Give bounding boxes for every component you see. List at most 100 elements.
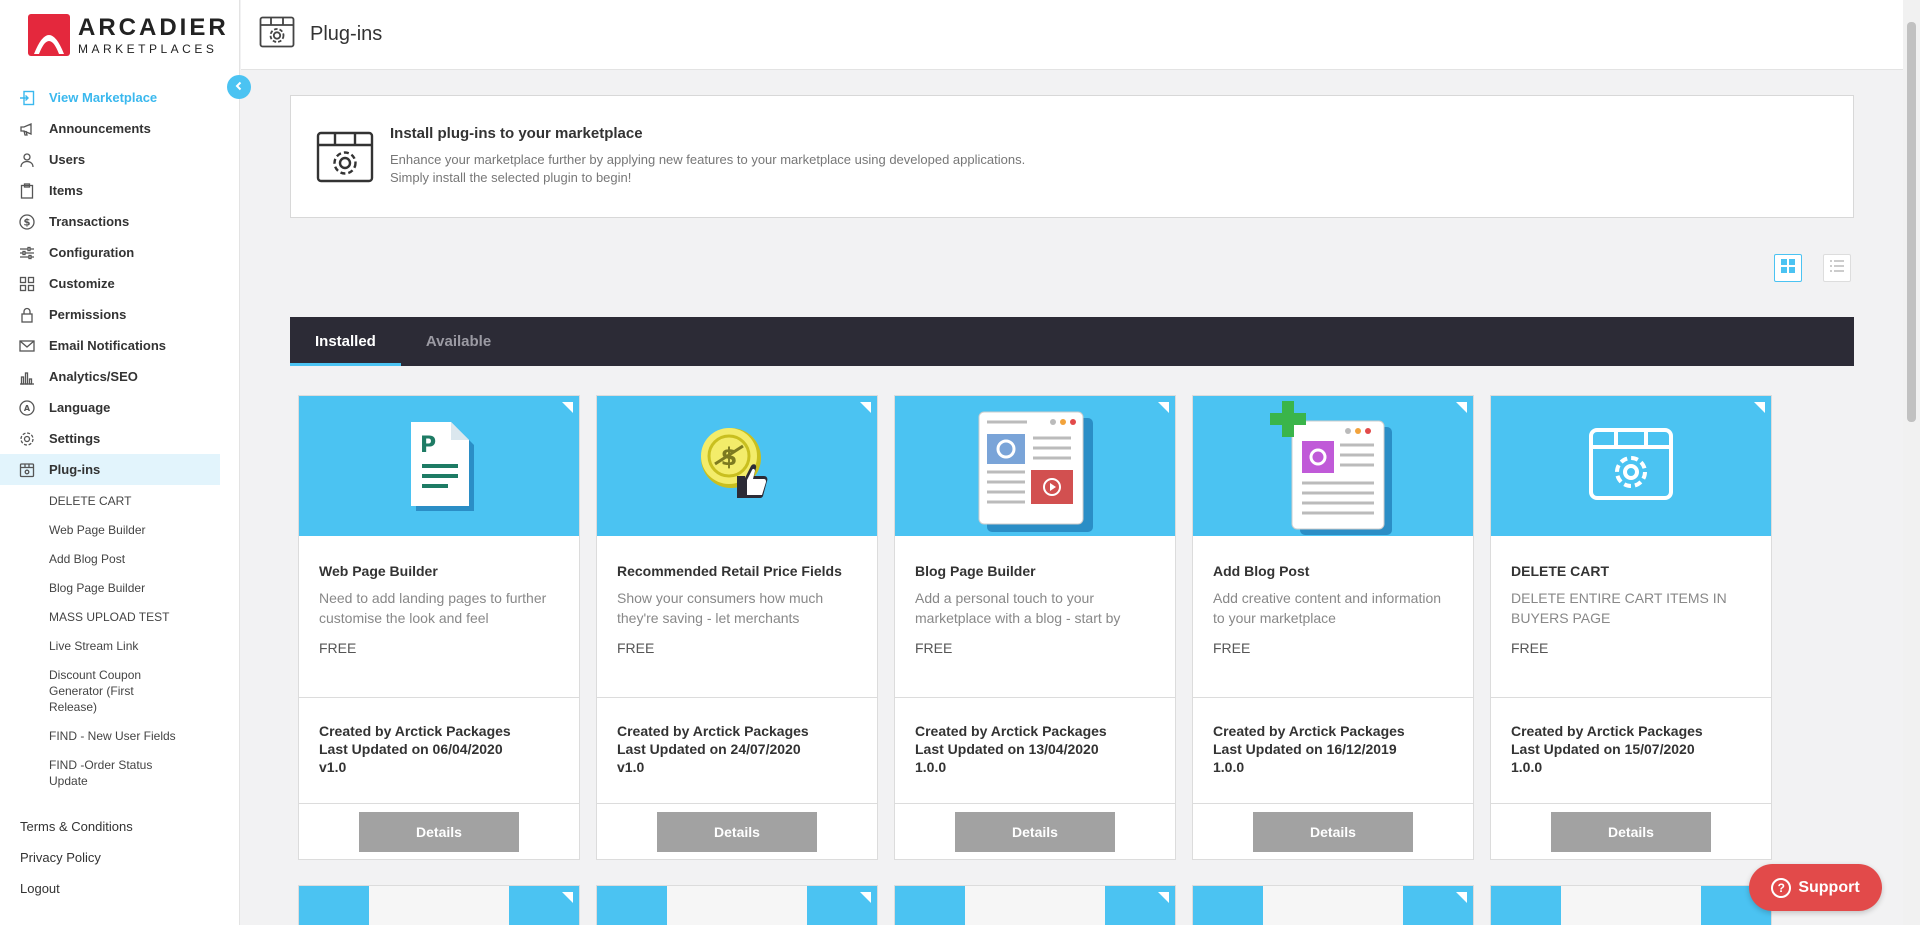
- plugin-card-partial[interactable]: [894, 885, 1176, 925]
- sidebar-item-label: Items: [49, 183, 83, 198]
- sidebar-nav: View Marketplace Announcements Users Ite…: [0, 82, 220, 798]
- tab-available[interactable]: Available: [401, 317, 516, 366]
- plugin-card-partial[interactable]: [596, 885, 878, 925]
- card-body: Blog Page Builder Add a personal touch t…: [895, 536, 1175, 698]
- sidebar-item-label: Plug-ins: [49, 462, 101, 477]
- card-action: Details: [1193, 804, 1473, 860]
- sidebar-item-plug-ins[interactable]: Plug-ins: [0, 454, 220, 485]
- card-action: Details: [1491, 804, 1771, 860]
- subnav-item[interactable]: FIND -Order Status Update: [49, 753, 179, 793]
- logo-mark-icon: [28, 14, 70, 56]
- sidebar-item-settings[interactable]: Settings: [0, 423, 220, 454]
- arcadier-logo[interactable]: ARCADIER MARKETPLACES: [28, 14, 229, 56]
- plugin-box-icon: [316, 131, 374, 188]
- help-icon: ?: [1771, 877, 1792, 898]
- card-version: 1.0.0: [1511, 759, 1543, 775]
- sidebar-item-view-marketplace[interactable]: View Marketplace: [0, 82, 220, 113]
- details-button[interactable]: Details: [955, 812, 1115, 852]
- details-button[interactable]: Details: [1551, 812, 1711, 852]
- bar-chart-icon: [19, 369, 35, 385]
- details-button[interactable]: Details: [1253, 812, 1413, 852]
- sidebar-item-transactions[interactable]: $ Transactions: [0, 206, 220, 237]
- corner-marker: [1456, 892, 1467, 903]
- sidebar-item-permissions[interactable]: Permissions: [0, 299, 220, 330]
- card-meta: Created by Arctick Packages Last Updated…: [597, 698, 877, 804]
- card-price: FREE: [915, 640, 953, 656]
- card-updated: Last Updated on 15/07/2020: [1511, 741, 1695, 757]
- sidebar-item-label: Transactions: [49, 214, 130, 229]
- plugin-card-partial[interactable]: [1490, 885, 1772, 925]
- plugin-card-partial[interactable]: [1192, 885, 1474, 925]
- details-button[interactable]: Details: [657, 812, 817, 852]
- user-icon: [19, 152, 35, 168]
- plugin-card-delete-cart[interactable]: DELETE CART DELETE ENTIRE CART ITEMS IN …: [1490, 395, 1772, 860]
- sidebar: ARCADIER MARKETPLACES View Marketplace A…: [0, 0, 240, 925]
- subnav-item[interactable]: FIND - New User Fields: [49, 724, 179, 748]
- list-view-button[interactable]: [1823, 254, 1851, 282]
- privacy-link[interactable]: Privacy Policy: [20, 846, 133, 877]
- card-creator: Created by Arctick Packages: [1511, 723, 1703, 739]
- intro-line: Simply install the selected plugin to be…: [390, 170, 632, 185]
- coin-thumbs-up-icon: $: [697, 424, 777, 509]
- sidebar-item-email-notifications[interactable]: Email Notifications: [0, 330, 220, 361]
- collapse-sidebar-button[interactable]: [227, 75, 251, 99]
- subnav-item[interactable]: Add Blog Post: [49, 547, 179, 571]
- card-version: 1.0.0: [1213, 759, 1245, 775]
- language-icon: A: [19, 399, 35, 416]
- subnav-item[interactable]: MASS UPLOAD TEST: [49, 605, 179, 629]
- grid-view-button[interactable]: [1774, 254, 1802, 282]
- sidebar-item-customize[interactable]: Customize: [0, 268, 220, 299]
- card-version: v1.0: [319, 759, 347, 775]
- subnav-item[interactable]: Blog Page Builder: [49, 576, 179, 600]
- intro-title: Install plug-ins to your marketplace: [390, 125, 643, 142]
- plugin-card-recommended-retail-price[interactable]: $ Recommended Retail Price Fields Show y…: [596, 395, 878, 860]
- plugin-box-icon: [259, 16, 295, 53]
- subnav-item[interactable]: Discount Coupon Generator (First Release…: [49, 663, 179, 719]
- plugin-card-add-blog-post[interactable]: Add Blog Post Add creative content and i…: [1192, 395, 1474, 860]
- card-banner: [1491, 396, 1771, 536]
- plugin-card-partial[interactable]: [298, 885, 580, 925]
- view-marketplace-icon: [19, 90, 35, 106]
- subnav-item[interactable]: Web Page Builder: [49, 518, 179, 542]
- card-description: Need to add landing pages to further cus…: [319, 590, 547, 626]
- page-scrollbar[interactable]: [1903, 0, 1920, 925]
- svg-text:$: $: [24, 217, 31, 228]
- card-description: Add creative content and information to …: [1213, 590, 1442, 626]
- support-button[interactable]: ? Support: [1749, 864, 1882, 911]
- sidebar-item-label: Permissions: [49, 307, 127, 322]
- sidebar-item-label: Settings: [49, 431, 101, 446]
- sidebar-item-label: Email Notifications: [49, 338, 167, 353]
- subnav-item[interactable]: Live Stream Link: [49, 634, 179, 658]
- card-meta: Created by Arctick Packages Last Updated…: [299, 698, 579, 804]
- subnav-item[interactable]: DELETE CART: [49, 489, 179, 513]
- scrollbar-thumb[interactable]: [1907, 22, 1916, 422]
- lock-icon: [19, 307, 35, 323]
- plugin-card-web-page-builder[interactable]: P Web Page Builder Need to add landing p…: [298, 395, 580, 860]
- card-version: 1.0.0: [915, 759, 947, 775]
- logout-link[interactable]: Logout: [20, 877, 133, 908]
- card-banner: P: [299, 396, 579, 536]
- sidebar-item-label: View Marketplace: [49, 90, 158, 105]
- grid-icon: [19, 276, 35, 292]
- grid-view-icon: [1780, 258, 1796, 279]
- sidebar-item-configuration[interactable]: Configuration: [0, 237, 220, 268]
- card-meta: Created by Arctick Packages Last Updated…: [1193, 698, 1473, 804]
- details-button[interactable]: Details: [359, 812, 519, 852]
- sidebar-item-label: Configuration: [49, 245, 135, 260]
- card-version: v1.0: [617, 759, 645, 775]
- svg-text:A: A: [24, 404, 31, 413]
- card-banner: [1193, 396, 1473, 536]
- sidebar-item-users[interactable]: Users: [0, 144, 220, 175]
- sidebar-item-analytics-seo[interactable]: Analytics/SEO: [0, 361, 220, 392]
- tab-installed[interactable]: Installed: [290, 317, 401, 366]
- sidebar-item-items[interactable]: Items: [0, 175, 220, 206]
- plugin-card-blog-page-builder[interactable]: Blog Page Builder Add a personal touch t…: [894, 395, 1176, 860]
- card-body: DELETE CART DELETE ENTIRE CART ITEMS IN …: [1491, 536, 1771, 698]
- list-view-icon: [1829, 258, 1845, 279]
- corner-marker: [562, 892, 573, 903]
- sidebar-item-language[interactable]: A Language: [0, 392, 220, 423]
- terms-link[interactable]: Terms & Conditions: [20, 815, 133, 846]
- sidebar-item-announcements[interactable]: Announcements: [0, 113, 220, 144]
- card-action: Details: [597, 804, 877, 860]
- sidebar-item-label: Language: [49, 400, 111, 415]
